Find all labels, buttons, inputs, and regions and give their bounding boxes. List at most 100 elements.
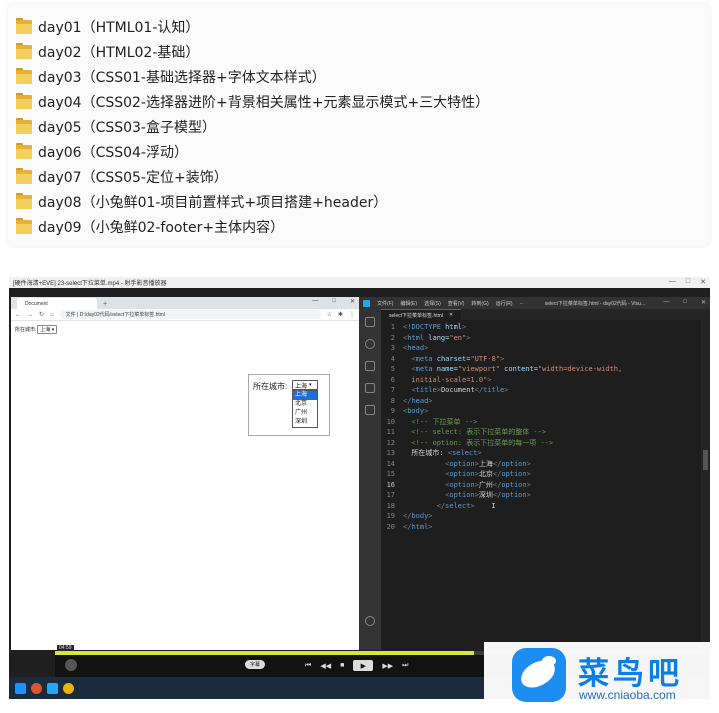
maximize-icon[interactable]: □ (686, 278, 690, 286)
code-line: 4 <meta charset="UTF-8"> (381, 354, 701, 365)
watermark: 菜鸟吧 www.cniaoba.com (484, 642, 719, 710)
dropdown-option[interactable]: 北京 (293, 400, 317, 409)
editor-tabs: select下拉菜单标签.html ✕ (381, 309, 710, 320)
app-icon[interactable] (31, 682, 42, 694)
code-line: 20 </html> (381, 522, 701, 533)
menu-item[interactable]: 编辑(E) (400, 300, 417, 307)
folder-item[interactable]: day05（CSS03-盒子模型） (16, 116, 216, 138)
code-editor[interactable]: 1 <!DOCTYPE html> 2 <html lang="en"> 3 <head>… (381, 320, 701, 650)
reload-icon[interactable]: ↻ (39, 311, 44, 318)
menu-item[interactable]: 运行(R) (496, 300, 513, 307)
vscode-taskbar-icon[interactable] (47, 682, 58, 694)
code-text: <html lang="en"> (403, 333, 471, 342)
subtitle-button[interactable]: 字幕 (245, 660, 266, 669)
line-number: 3 (390, 344, 395, 352)
code-line: 8 </head> (381, 396, 701, 407)
transport-button[interactable]: ■ (340, 662, 344, 669)
line-number: 10 (386, 417, 395, 426)
menu-item[interactable]: ... (520, 300, 524, 306)
maximize-icon[interactable]: □ (683, 299, 687, 306)
code-line: 3 <head> (381, 343, 701, 354)
folder-label: day08（小兔鲜01-项目前置样式+项目搭建+header） (38, 195, 388, 211)
watermark-title: 菜鸟吧 (578, 656, 683, 692)
home-icon[interactable]: ⌂ (50, 312, 54, 318)
code-text: <option>广州</option> (445, 480, 531, 489)
minimize-icon[interactable]: — (312, 298, 318, 305)
search-icon[interactable] (365, 339, 375, 349)
address-bar[interactable]: 文件 | D:/day02代码/select下拉菜单标签.html (59, 310, 321, 319)
close-icon[interactable]: ✕ (350, 298, 355, 305)
menu-item[interactable]: 转到(G) (471, 300, 488, 307)
dropdown-option[interactable]: 上海 (293, 391, 317, 400)
code-line: 15 <option>北京</option> (381, 469, 701, 480)
menu-item[interactable]: 选择(S) (424, 300, 441, 307)
dropdown-option[interactable]: 深圳 (293, 418, 317, 427)
editor-tab[interactable]: select下拉菜单标签.html ✕ (381, 309, 462, 320)
explorer-icon[interactable] (365, 317, 375, 327)
transport-button[interactable]: ◀◀ (320, 662, 331, 670)
code-text: </html> (403, 522, 433, 531)
transport-button[interactable]: ▶ (353, 660, 374, 671)
dropdown-option[interactable]: 广州 (293, 409, 317, 418)
start-icon[interactable] (15, 682, 26, 694)
star-icon[interactable]: ☆ (327, 311, 332, 318)
folder-icon (16, 118, 32, 134)
transport-button[interactable]: ▶▶ (382, 662, 393, 670)
menu-icon[interactable]: ⋮ (349, 311, 355, 318)
minimize-icon[interactable]: — (663, 299, 669, 306)
folder-item[interactable]: day02（HTML02-基础） (16, 41, 199, 63)
code-text: <meta charset="UTF-8"> (411, 354, 505, 363)
folder-label: day04（CSS02-选择器进阶+背景相关属性+元素显示模式+三大特性） (38, 95, 490, 111)
close-icon[interactable]: ✕ (449, 312, 453, 318)
line-number: 15 (386, 470, 395, 478)
menu-item[interactable]: 查看(V) (448, 300, 465, 307)
browser-tab[interactable]: Document (17, 298, 97, 309)
zoomed-select-callout: 所在城市: 上海 ▾ 上海 北京 广州 深圳 (248, 374, 330, 436)
folder-label: day03（CSS01-基础选择器+字体文本样式） (38, 70, 326, 86)
transport-button[interactable]: ⏮ (305, 662, 311, 670)
browser-page: 所在城市: 上海 ▾ 所在城市: 上海 ▾ 上海 北京 广州 深圳 (11, 321, 359, 649)
editor-scrollbar[interactable] (701, 320, 710, 650)
transport-button[interactable]: ⏭ (402, 662, 408, 670)
code-text: </head> (403, 396, 433, 405)
menu-item[interactable]: 文件(F) (377, 300, 393, 307)
folder-item[interactable]: day07（CSS05-定位+装饰） (16, 166, 228, 188)
code-text: <body> (403, 407, 429, 415)
zoom-city-select[interactable]: 上海 ▾ (292, 380, 318, 390)
code-text: <!-- select: 表示下拉菜单的整体 --> (403, 428, 547, 436)
code-line: 12 <!-- option: 表示下拉菜单的每一项 --> (381, 438, 701, 449)
folder-item[interactable]: day09（小兔鲜02-footer+主体内容） (16, 216, 284, 238)
close-icon[interactable]: ✕ (701, 299, 706, 306)
city-select[interactable]: 上海 ▾ (37, 325, 58, 334)
folder-item[interactable]: day08（小兔鲜01-项目前置样式+项目搭建+header） (16, 191, 387, 213)
account-icon[interactable] (365, 616, 375, 626)
line-number: 17 (386, 491, 395, 499)
chrome-taskbar-icon[interactable] (63, 682, 74, 694)
zoom-city-label: 所在城市: (253, 382, 288, 391)
folder-item[interactable]: day04（CSS02-选择器进阶+背景相关属性+元素显示模式+三大特性） (16, 91, 489, 113)
code-line: 14 <option>上海</option> (381, 459, 701, 470)
folder-item[interactable]: day01（HTML01-认知） (16, 16, 199, 38)
new-tab-icon[interactable]: + (103, 301, 107, 308)
code-text: <!DOCTYPE html> (403, 323, 467, 331)
line-number: 13 (386, 449, 395, 457)
code-text: <head> (403, 344, 429, 352)
folder-list: day01（HTML01-认知） day02（HTML02-基础） day03（CS… (8, 4, 710, 246)
line-number: 6 (390, 375, 395, 384)
folder-icon (16, 193, 32, 209)
extension-icon[interactable]: ✱ (338, 311, 343, 318)
minimize-icon[interactable]: — (669, 278, 676, 286)
city-select-value: 上海 (40, 327, 51, 333)
source-control-icon[interactable] (365, 361, 375, 371)
back-icon[interactable]: ← (15, 312, 21, 318)
forward-icon[interactable]: → (27, 312, 33, 318)
extensions-icon[interactable] (365, 405, 375, 415)
vscode-window: 文件(F) 编辑(E) 选择(S) 查看(V) 转到(G) 运行(R)... select下… (359, 297, 710, 650)
close-icon[interactable]: ✕ (700, 278, 706, 286)
folder-item[interactable]: day03（CSS01-基础选择器+字体文本样式） (16, 66, 326, 88)
folder-label: day05（CSS03-盒子模型） (38, 120, 216, 136)
scrollbar-thumb[interactable] (703, 450, 708, 470)
maximize-icon[interactable]: □ (332, 298, 336, 305)
run-debug-icon[interactable] (365, 383, 375, 393)
folder-item[interactable]: day06（CSS04-浮动） (16, 141, 188, 163)
